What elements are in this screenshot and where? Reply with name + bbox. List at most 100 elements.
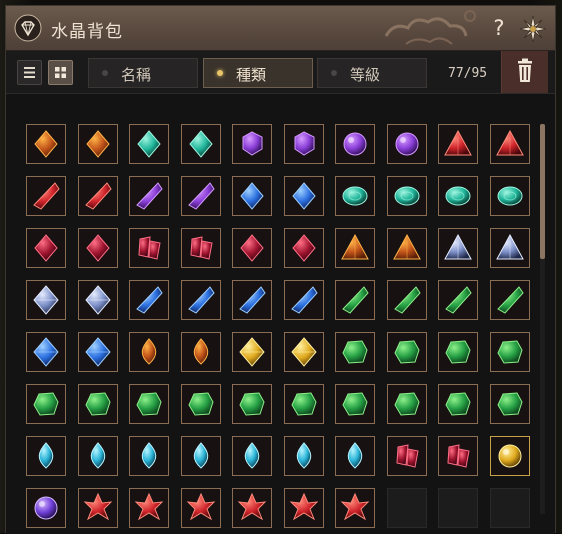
help-button[interactable]: ?: [486, 14, 512, 42]
inventory-slot[interactable]: [489, 436, 530, 476]
inventory-slot[interactable]: [283, 228, 324, 268]
inventory-slot[interactable]: [77, 436, 118, 476]
inventory-slot[interactable]: [26, 228, 66, 268]
inventory-slot[interactable]: [180, 280, 221, 320]
inventory-slot[interactable]: [129, 384, 169, 424]
green-rough-gem-icon: [187, 392, 214, 416]
inventory-slot[interactable]: [438, 332, 478, 372]
inventory-slot[interactable]: [386, 332, 427, 372]
green-rough-gem-icon: [445, 340, 471, 364]
inventory-slot[interactable]: [129, 488, 169, 528]
inventory-slot[interactable]: [386, 124, 427, 164]
empty-slot[interactable]: [386, 488, 427, 528]
inventory-slot[interactable]: [129, 436, 169, 476]
inventory-slot[interactable]: [232, 124, 272, 164]
inventory-slot[interactable]: [26, 176, 66, 216]
sort-tab-level[interactable]: 等級: [317, 58, 427, 88]
inventory-slot[interactable]: [489, 280, 530, 320]
inventory-slot[interactable]: [438, 228, 478, 268]
green-rough-gem-icon: [496, 392, 523, 416]
inventory-slot[interactable]: [283, 176, 324, 216]
inventory-slot[interactable]: [180, 228, 221, 268]
inventory-slot[interactable]: [232, 436, 272, 476]
inventory-slot[interactable]: [283, 332, 324, 372]
inventory-slot[interactable]: [129, 332, 169, 372]
inventory-slot[interactable]: [232, 384, 272, 424]
inventory-slot[interactable]: [77, 280, 118, 320]
inventory-slot[interactable]: [386, 436, 427, 476]
sort-tab-type[interactable]: 種類: [203, 58, 313, 88]
inventory-slot[interactable]: [335, 124, 375, 164]
inventory-slot[interactable]: [489, 176, 530, 216]
inventory-slot[interactable]: [232, 280, 272, 320]
title-bar[interactable]: 水晶背包 ?: [6, 6, 555, 51]
inventory-slot[interactable]: [489, 332, 530, 372]
inventory-slot[interactable]: [232, 176, 272, 216]
inventory-slot[interactable]: [129, 280, 169, 320]
inventory-slot[interactable]: [180, 176, 221, 216]
inventory-slot[interactable]: [489, 228, 530, 268]
inventory-slot[interactable]: [335, 228, 375, 268]
inventory-slot[interactable]: [335, 488, 375, 528]
inventory-slot[interactable]: [77, 332, 118, 372]
cyan-teardrop-gem-icon: [141, 442, 157, 469]
sort-tab-name[interactable]: 名稱: [88, 58, 198, 88]
scrollbar-thumb[interactable]: [540, 124, 545, 259]
inventory-slot[interactable]: [283, 384, 324, 424]
inventory-slot[interactable]: [386, 228, 427, 268]
inventory-slot[interactable]: [335, 384, 375, 424]
inventory-slot[interactable]: [489, 124, 530, 164]
inventory-slot[interactable]: [438, 124, 478, 164]
green-spike-crystal-icon: [496, 286, 524, 314]
inventory-slot[interactable]: [129, 124, 169, 164]
inventory-slot[interactable]: [26, 280, 66, 320]
inventory-slot[interactable]: [129, 228, 169, 268]
inventory-slot[interactable]: [180, 124, 221, 164]
green-spike-crystal-icon: [445, 286, 472, 314]
inventory-slot[interactable]: [180, 384, 221, 424]
inventory-slot[interactable]: [386, 176, 427, 216]
inventory-slot[interactable]: [26, 384, 66, 424]
inventory-slot[interactable]: [26, 436, 66, 476]
inventory-slot[interactable]: [335, 280, 375, 320]
inventory-slot[interactable]: [26, 124, 66, 164]
inventory-slot[interactable]: [335, 332, 375, 372]
list-view-button[interactable]: [17, 60, 42, 85]
inventory-slot[interactable]: [232, 488, 272, 528]
inventory-slot[interactable]: [232, 332, 272, 372]
inventory-slot[interactable]: [335, 436, 375, 476]
grid-view-button[interactable]: [48, 60, 73, 85]
inventory-slot[interactable]: [180, 436, 221, 476]
gold-orb-icon: [498, 444, 521, 468]
inventory-slot[interactable]: [26, 332, 66, 372]
empty-slot[interactable]: [489, 488, 530, 528]
inventory-slot[interactable]: [232, 228, 272, 268]
inventory-slot[interactable]: [438, 436, 478, 476]
inventory-slot[interactable]: [77, 488, 118, 528]
inventory-slot[interactable]: [335, 176, 375, 216]
inventory-slot[interactable]: [180, 332, 221, 372]
inventory-slot[interactable]: [283, 124, 324, 164]
inventory-slot[interactable]: [438, 176, 478, 216]
trash-icon: [518, 58, 532, 82]
inventory-slot[interactable]: [77, 384, 118, 424]
blue-black-pyramid-icon: [444, 233, 472, 260]
inventory-slot[interactable]: [386, 384, 427, 424]
inventory-slot[interactable]: [283, 436, 324, 476]
inventory-slot[interactable]: [283, 488, 324, 528]
inventory-slot[interactable]: [438, 280, 478, 320]
inventory-slot[interactable]: [283, 280, 324, 320]
inventory-slot[interactable]: [489, 384, 530, 424]
inventory-slot[interactable]: [77, 124, 118, 164]
blue-spike-crystal-icon: [239, 286, 266, 314]
inventory-slot[interactable]: [180, 488, 221, 528]
inventory-slot[interactable]: [438, 384, 478, 424]
delete-button[interactable]: [501, 51, 548, 93]
empty-slot[interactable]: [438, 488, 478, 528]
inventory-slot[interactable]: [77, 176, 118, 216]
inventory-slot[interactable]: [26, 488, 66, 528]
settings-flower-icon[interactable]: [518, 14, 548, 44]
inventory-slot[interactable]: [129, 176, 169, 216]
inventory-slot[interactable]: [77, 228, 118, 268]
inventory-slot[interactable]: [386, 280, 427, 320]
